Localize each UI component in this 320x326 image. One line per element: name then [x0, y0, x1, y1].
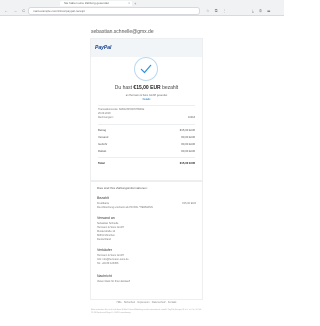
transaction-code: Transaktionscode: 8AB12345CD678901E	[98, 108, 145, 111]
divider	[98, 124, 195, 125]
ref-label: Rechnungsnr.:	[98, 116, 115, 119]
email-card: PayPal Du hast €15,00 EUR bezahlt an Her…	[91, 39, 202, 180]
new-tab-icon[interactable]: +	[134, 1, 136, 6]
note-label: Nachricht	[97, 274, 112, 278]
details-heading: Dies sind Ihre Zahlungsinformationen:	[97, 186, 148, 190]
payment-line: Die Abbuchung erscheint als PAYPAL *HERM…	[97, 206, 153, 209]
paid-to: an Hermann & Sons GmbH gesendet	[125, 94, 168, 97]
shipping-line: Hermann & Sons GmbH	[97, 226, 124, 229]
browser-chrome: Sie haben eine Zahlung gesendet × + ← → …	[0, 0, 284, 16]
shipping-line: 80331 München	[97, 234, 115, 237]
shipping-label: Versand an	[97, 216, 115, 220]
paypal-logo: PayPal	[95, 45, 112, 51]
shipping-line: Musterstraße 12	[97, 230, 116, 233]
address-bar[interactable]: mail.example.com/inbox/paypal-receipt	[28, 7, 200, 15]
note-line: Vielen Dank für Ihren Einkauf!	[97, 280, 131, 283]
item-label: Gebühr	[98, 142, 108, 146]
sender-address: sebastian.schnelle@gmx.de	[91, 29, 154, 35]
divider	[98, 105, 195, 106]
toolbar-right-icons[interactable]: ⤓ ⚙ ☰	[252, 8, 272, 13]
payment-line-value: €15,00 EUR	[182, 202, 196, 205]
item-label: Versand	[98, 135, 109, 139]
ref-value: 10013	[188, 116, 195, 119]
logo-bar: PayPal	[91, 39, 202, 57]
close-icon[interactable]: ×	[128, 1, 130, 6]
tab-title: Sie haben eine Zahlung gesendet	[64, 1, 109, 5]
paid-suffix: bezahlt	[162, 85, 179, 91]
merchant-line: Hermann & Sons GmbH	[97, 254, 124, 257]
item-value: €0,00 EUR	[181, 149, 195, 153]
item-value: €0,00 EUR	[181, 142, 195, 146]
total-label: Total	[98, 161, 105, 165]
legal-text: Bitte antworten Sie nicht auf diese E-Ma…	[91, 309, 202, 314]
browser-tab[interactable]: Sie haben eine Zahlung gesendet ×	[60, 1, 132, 6]
toolbar-icons[interactable]: ☆ ⧉ ⋮	[206, 8, 229, 13]
shipping-line: Deutschland	[97, 238, 111, 241]
payment-line: Kreditkarte	[97, 202, 110, 205]
item-value: €0,00 EUR	[181, 135, 195, 139]
payment-label: Bezahlt	[97, 196, 109, 200]
details-link[interactable]: Details	[91, 98, 202, 101]
item-label: Betrag	[98, 128, 107, 132]
footer-links[interactable]: Hilfe · Sicherheit · Impressum · Datensc…	[91, 301, 202, 304]
item-value: €15,00 EUR	[179, 128, 195, 132]
transaction-date: 26.09.2018	[98, 112, 111, 115]
item-label: Rabatt	[98, 149, 107, 153]
checkmark-icon	[134, 57, 158, 81]
paid-prefix: Du hast	[114, 85, 133, 91]
paid-headline: Du hast €15,00 EUR bezahlt	[91, 85, 202, 91]
merchant-line[interactable]: Info: info@hermann-sons.de	[97, 258, 129, 261]
payment-details-card: Dies sind Ihre Zahlungsinformationen: Be…	[91, 182, 202, 299]
total-value: €15,00 EUR	[179, 161, 195, 165]
divider	[98, 157, 195, 158]
paid-amount: €15,00 EUR	[133, 85, 161, 91]
merchant-line: Tel: +49 89 123456	[97, 262, 119, 265]
shipping-line: Sebastian Schnelle	[97, 222, 119, 225]
merchant-label: Verkäufer	[97, 248, 112, 252]
url-text: mail.example.com/inbox/paypal-receipt	[33, 9, 85, 13]
